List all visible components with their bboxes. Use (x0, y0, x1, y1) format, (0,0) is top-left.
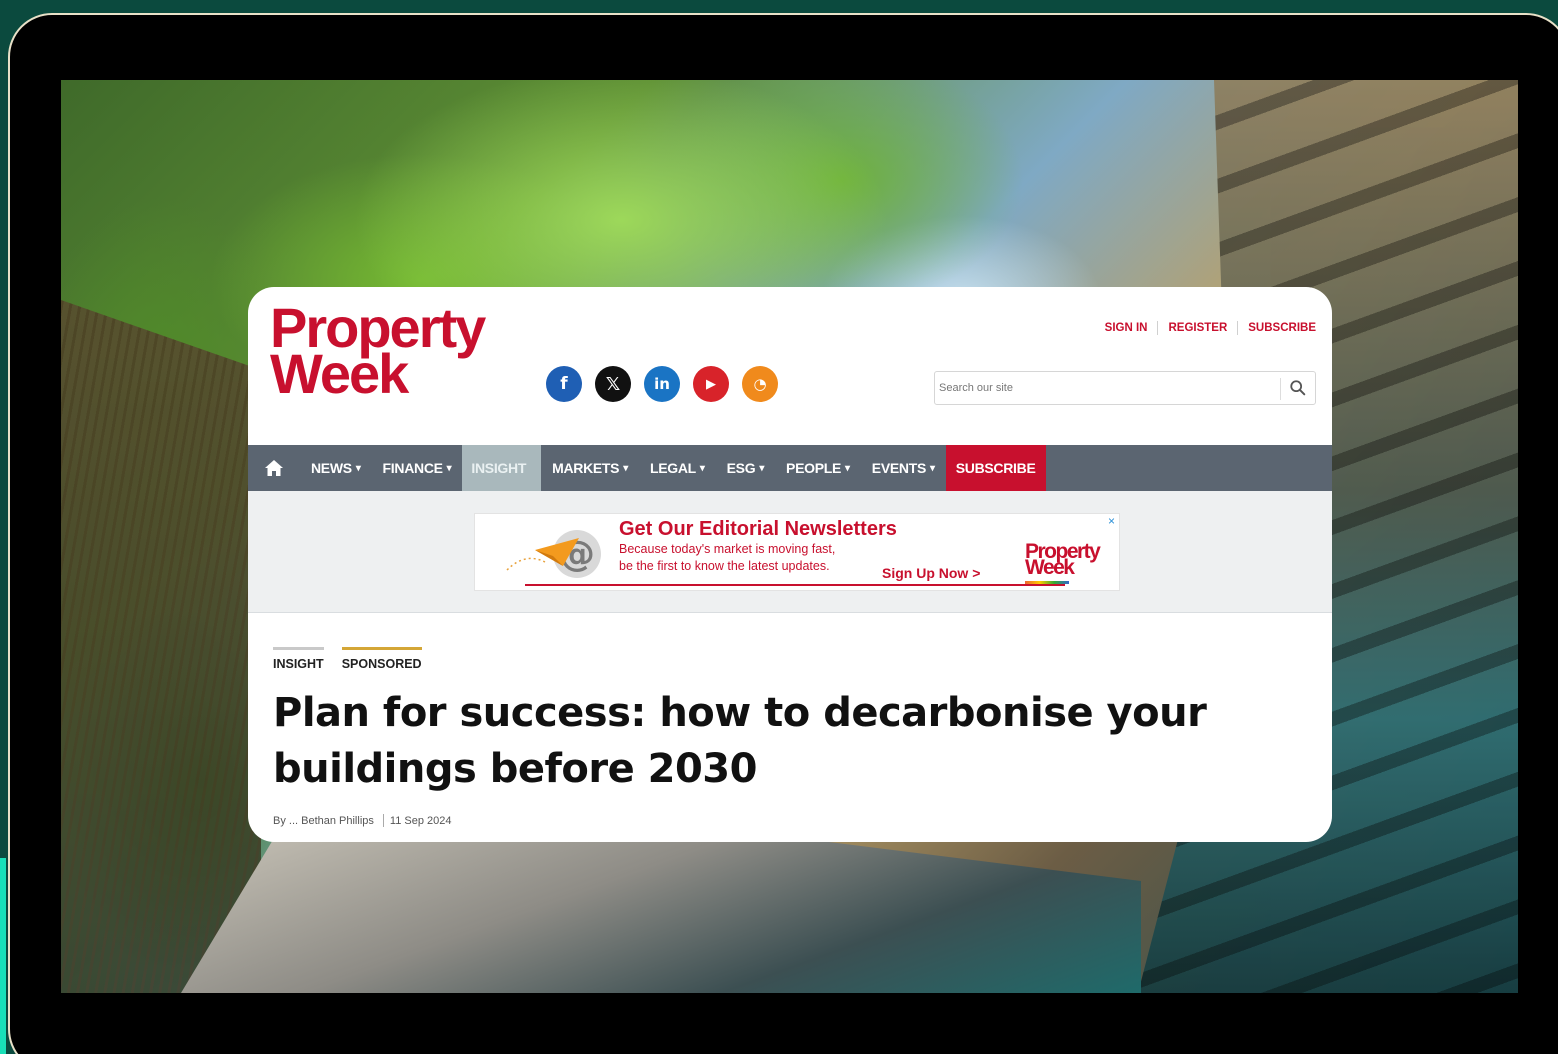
building-left (61, 300, 261, 993)
chevron-down-icon: ▾ (446, 462, 452, 474)
ad-text: Because today's market is moving fast, (619, 542, 836, 556)
article-headline: Plan for success: how to decarbonise you… (273, 690, 1207, 792)
search-input[interactable]: Search our site (939, 382, 1013, 394)
chevron-down-icon: ▾ (759, 462, 765, 474)
nav-news[interactable]: NEWS ▾ (300, 445, 372, 491)
divider (1280, 378, 1281, 400)
chevron-down-icon: ▾ (355, 462, 361, 474)
ad-rule (525, 584, 1065, 586)
sign-in-link[interactable]: SIGN IN (1095, 322, 1158, 334)
subscribe-link[interactable]: SUBSCRIBE (1238, 322, 1316, 334)
nav-markets[interactable]: MARKETS ▾ (541, 445, 639, 491)
author-link[interactable]: By ... Bethan Phillips (273, 815, 374, 827)
nav-people[interactable]: PEOPLE ▾ (775, 445, 861, 491)
site-logo[interactable]: Property Week (270, 300, 486, 402)
ad-title: Get Our Editorial Newsletters (619, 518, 897, 540)
ad-text: be the first to know the latest updates. (619, 559, 830, 573)
main-nav: NEWS ▾ FINANCE ▾ INSIGHT MARKETS ▾ LEGAL ▾ E… (248, 445, 1332, 491)
account-links: SIGN IN REGISTER SUBSCRIBE (1095, 321, 1316, 335)
byline: By ... Bethan Phillips 11 Sep 2024 (273, 814, 451, 827)
x-icon[interactable]: 𝕏 (595, 366, 631, 402)
newsletter-banner[interactable]: @ × Get Our Editorial Newsletters Becaus… (474, 513, 1120, 591)
rss-icon[interactable]: ◔ (742, 366, 778, 402)
ad-band: @ × Get Our Editorial Newsletters Becaus… (248, 491, 1332, 613)
chevron-down-icon: ▾ (930, 462, 935, 474)
nav-events[interactable]: EVENTS ▾ (861, 445, 946, 491)
search-icon[interactable] (1289, 379, 1307, 397)
register-link[interactable]: REGISTER (1158, 322, 1237, 334)
linkedin-icon[interactable]: in (644, 366, 680, 402)
publish-date: 11 Sep 2024 (389, 814, 452, 827)
chevron-down-icon: ▾ (845, 462, 850, 474)
nav-esg[interactable]: ESG ▾ (716, 445, 775, 491)
home-link[interactable] (248, 445, 300, 491)
nav-legal[interactable]: LEGAL ▾ (639, 445, 716, 491)
social-links: f 𝕏 in ▶ ◔ (546, 366, 778, 402)
chevron-down-icon: ▾ (623, 462, 628, 474)
close-icon[interactable]: × (1108, 514, 1115, 528)
accent-strip (0, 858, 6, 1054)
tag-insight[interactable]: INSIGHT (273, 647, 324, 671)
sign-up-button[interactable]: Sign Up Now > (882, 565, 980, 581)
home-icon (265, 460, 283, 476)
nav-insight[interactable]: INSIGHT (462, 445, 542, 491)
nav-finance[interactable]: FINANCE ▾ (372, 445, 463, 491)
ad-logo: Property Week (1025, 540, 1101, 580)
facebook-icon[interactable]: f (546, 366, 582, 402)
chevron-down-icon: ▾ (699, 462, 705, 474)
article-tags: INSIGHT SPONSORED (273, 647, 422, 671)
website-screenshot-card: Property Week f 𝕏 in ▶ ◔ SIGN IN REGISTE… (248, 287, 1332, 842)
building-bottom (181, 833, 1141, 993)
youtube-icon[interactable]: ▶ (693, 366, 729, 402)
search-box[interactable]: Search our site (934, 371, 1316, 405)
nav-subscribe-button[interactable]: SUBSCRIBE (945, 445, 1046, 491)
paper-plane-email-icon: @ (506, 530, 601, 578)
tag-sponsored[interactable]: SPONSORED (341, 647, 422, 671)
divider (382, 814, 384, 827)
